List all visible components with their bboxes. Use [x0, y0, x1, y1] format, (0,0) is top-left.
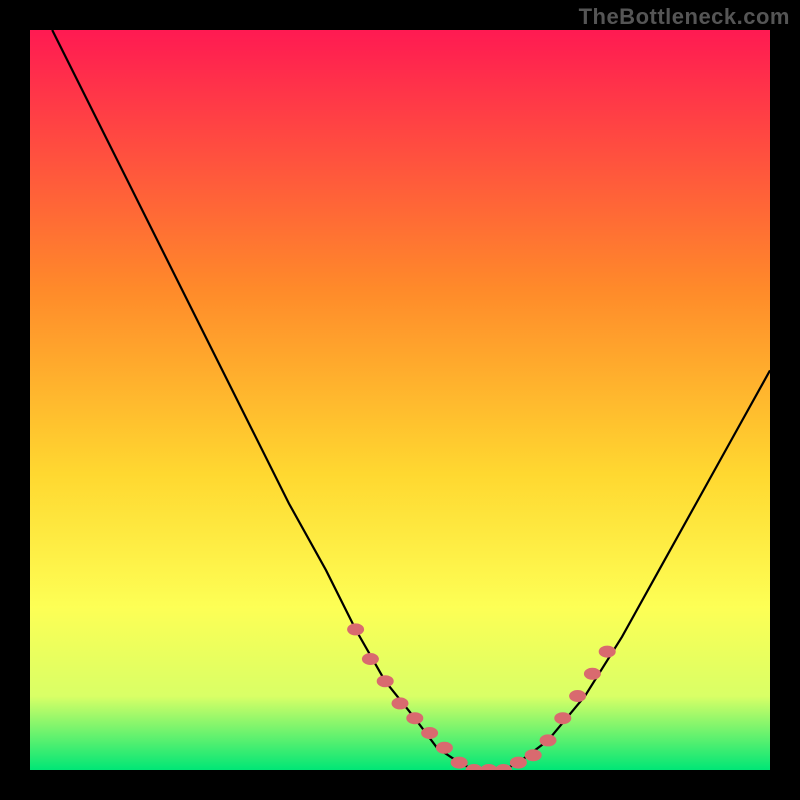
- curve-marker: [392, 698, 408, 709]
- curve-marker: [584, 668, 600, 679]
- chart-frame: TheBottleneck.com: [0, 0, 800, 800]
- watermark-text: TheBottleneck.com: [579, 4, 790, 30]
- curve-marker: [422, 728, 438, 739]
- curve-marker: [570, 691, 586, 702]
- curve-marker: [377, 676, 393, 687]
- curve-marker: [348, 624, 364, 635]
- plot-area: [30, 30, 770, 770]
- curve-marker: [540, 735, 556, 746]
- curve-marker: [362, 654, 378, 665]
- bottleneck-chart: [30, 30, 770, 770]
- curve-marker: [510, 757, 526, 768]
- curve-marker: [407, 713, 423, 724]
- gradient-background: [30, 30, 770, 770]
- curve-marker: [599, 646, 615, 657]
- curve-marker: [555, 713, 571, 724]
- curve-marker: [436, 742, 452, 753]
- curve-marker: [451, 757, 467, 768]
- curve-marker: [525, 750, 541, 761]
